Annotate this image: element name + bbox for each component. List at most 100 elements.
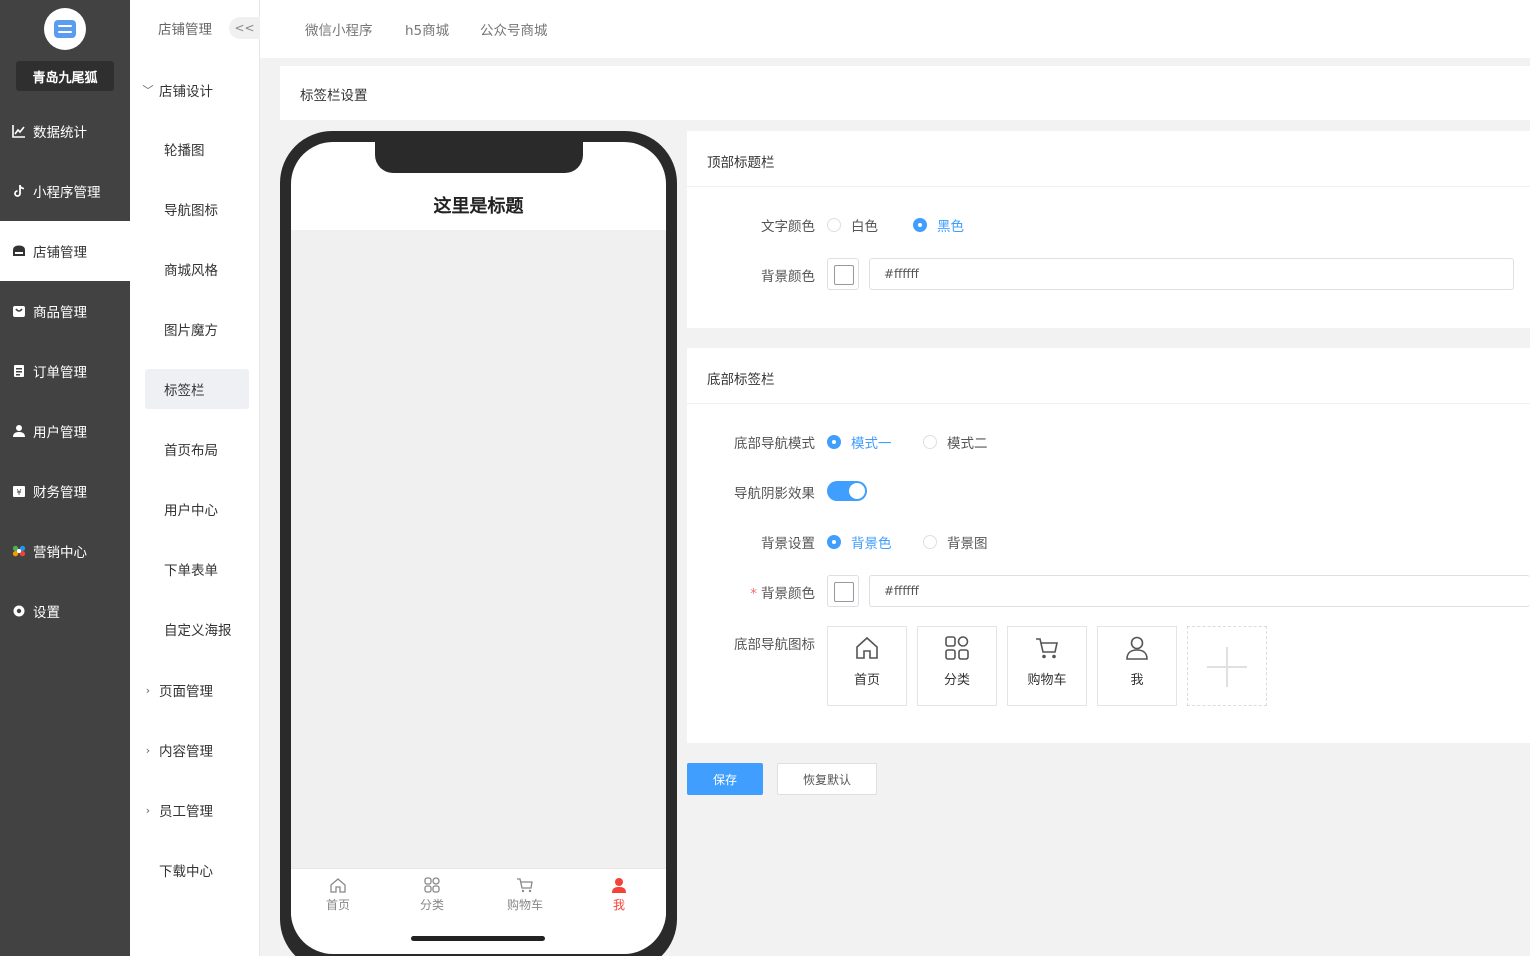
sidebar-item-shop[interactable]: 店铺管理 — [0, 221, 130, 281]
label-text: 背景颜色 — [761, 586, 815, 602]
phone-tab-me[interactable]: 我 — [589, 877, 649, 913]
submenu-item-home-layout[interactable]: 首页布局 — [145, 429, 249, 469]
sidebar-item-label: 财务管理 — [33, 485, 87, 501]
finance-icon: ¥ — [13, 486, 25, 497]
plus-icon — [1207, 647, 1247, 687]
restore-default-button[interactable]: 恢复默认 — [777, 763, 877, 795]
submenu-group-content[interactable]: › 内容管理 — [142, 740, 213, 761]
radio-label: 白色 — [851, 219, 878, 235]
sidebar-item-goods[interactable]: 商品管理 — [0, 281, 130, 341]
phone-notch — [375, 142, 583, 173]
page-title: 标签栏设置 — [300, 88, 368, 104]
add-nav-icon-button[interactable] — [1187, 626, 1267, 706]
submenu-group-page[interactable]: › 页面管理 — [142, 680, 213, 701]
shop-logo[interactable] — [44, 8, 86, 50]
sidebar-item-label: 营销中心 — [33, 545, 87, 561]
phone-tabbar: 首页 分类 购物车 我 — [291, 868, 666, 924]
divider — [687, 186, 1530, 187]
submenu-group-staff[interactable]: › 员工管理 — [142, 800, 213, 821]
sidebar-item-label: 小程序管理 — [33, 185, 101, 201]
radio-circle — [827, 435, 841, 449]
submenu-item-order-form[interactable]: 下单表单 — [145, 549, 249, 589]
shop-icon — [13, 245, 25, 256]
tab-wechat-miniprogram[interactable]: 微信小程序 — [305, 19, 373, 39]
nav-icon-label: 分类 — [943, 673, 970, 688]
save-button[interactable]: 保存 — [687, 763, 763, 795]
bottom-bg-color-swatch[interactable] — [827, 575, 859, 607]
category-icon — [945, 636, 969, 660]
submenu-panel: 店铺管理 ﹀ 店铺设计 轮播图 导航图标 商城风格 图片魔方 标签栏 首页布局 … — [130, 0, 260, 956]
bottom-tabbar-panel: 底部标签栏 底部导航模式 模式一 模式二 导航阴影效果 背景设置 背景色 背景图… — [687, 348, 1530, 743]
sidebar-item-label: 商品管理 — [33, 305, 87, 321]
radio-bg-color[interactable]: 背景色 — [827, 532, 892, 552]
radio-bg-image[interactable]: 背景图 — [923, 532, 988, 552]
submenu-item-nav-icon[interactable]: 导航图标 — [145, 189, 249, 229]
nav-icon-card-home[interactable]: 首页 — [827, 626, 907, 706]
radio-label: 模式二 — [947, 436, 988, 452]
phone-page-title: 这里是标题 — [433, 196, 524, 217]
radio-text-black[interactable]: 黑色 — [913, 215, 964, 235]
chart-icon — [12, 125, 25, 138]
radio-circle — [827, 535, 841, 549]
cart-icon — [1036, 638, 1058, 659]
phone-preview: 这里是标题 首页 分类 购物车 我 — [280, 131, 677, 956]
top-titlebar-panel: 顶部标题栏 文字颜色 白色 黑色 背景颜色 #ffffff — [687, 131, 1530, 328]
phone-tab-home[interactable]: 首页 — [308, 877, 368, 913]
submenu-item-mall-style[interactable]: 商城风格 — [145, 249, 249, 289]
nav-icon-card-me[interactable]: 我 — [1097, 626, 1177, 706]
submenu-group-shop-design[interactable]: ﹀ 店铺设计 — [142, 80, 214, 100]
bg-color-swatch[interactable] — [827, 258, 859, 290]
submenu-item-image-cube[interactable]: 图片魔方 — [145, 309, 249, 349]
shop-name[interactable]: 青岛九尾狐 — [16, 61, 114, 91]
radio-text-white[interactable]: 白色 — [827, 215, 878, 235]
text-color-label: 文字颜色 — [761, 219, 815, 235]
phone-tab-label: 首页 — [325, 898, 350, 912]
sidebar-item-finance[interactable]: ¥ 财务管理 — [0, 461, 130, 521]
nav-icons-label: 底部导航图标 — [734, 637, 815, 653]
tab-official-account-mall[interactable]: 公众号商城 — [480, 19, 548, 39]
bg-color-label: 背景颜色 — [761, 269, 815, 285]
nav-shadow-toggle[interactable] — [827, 481, 867, 501]
phone-tab-category[interactable]: 分类 — [402, 877, 462, 913]
radio-circle — [923, 535, 937, 549]
collapse-submenu-button[interactable]: << — [229, 17, 260, 39]
sidebar-item-label: 设置 — [33, 605, 60, 621]
radio-mode-one[interactable]: 模式一 — [827, 432, 892, 452]
sidebar-item-miniprogram[interactable]: 小程序管理 — [0, 161, 130, 221]
sidebar-item-statistics[interactable]: 数据统计 — [0, 101, 130, 161]
sidebar-item-users[interactable]: 用户管理 — [0, 401, 130, 461]
phone-tab-cart[interactable]: 购物车 — [495, 877, 555, 913]
submenu-item-banner[interactable]: 轮播图 — [145, 129, 249, 169]
sidebar-item-marketing[interactable]: 营销中心 — [0, 521, 130, 581]
nav-icon-card-category[interactable]: 分类 — [917, 626, 997, 706]
nav-icon-label: 我 — [1130, 673, 1144, 688]
phone-tab-label: 分类 — [419, 898, 444, 912]
radio-label: 背景色 — [851, 536, 892, 552]
nav-icon-card-cart[interactable]: 购物车 — [1007, 626, 1087, 706]
radio-mode-two[interactable]: 模式二 — [923, 432, 988, 452]
bottom-bg-color-input[interactable]: #ffffff — [869, 575, 1530, 607]
sidebar-item-orders[interactable]: 订单管理 — [0, 341, 130, 401]
submenu-title: 店铺管理 — [158, 22, 212, 38]
submenu-download-center[interactable]: 下载中心 — [159, 860, 213, 880]
sidebar-item-settings[interactable]: 设置 — [0, 581, 130, 641]
submenu-item-poster[interactable]: 自定义海报 — [145, 609, 249, 649]
phone-screen: 这里是标题 首页 分类 购物车 我 — [291, 142, 666, 954]
submenu-item-tabbar[interactable]: 标签栏 — [145, 369, 249, 409]
chevron-right-icon: › — [145, 803, 151, 817]
svg-text:¥: ¥ — [16, 488, 21, 497]
sidebar-item-label: 店铺管理 — [33, 245, 87, 261]
submenu-group-label: 内容管理 — [159, 744, 213, 760]
submenu-item-user-center[interactable]: 用户中心 — [145, 489, 249, 529]
chevron-down-icon: ﹀ — [142, 84, 154, 97]
bg-color-input[interactable]: #ffffff — [869, 258, 1514, 290]
cart-icon — [517, 878, 533, 893]
chevron-right-icon: › — [145, 743, 151, 757]
main-sidebar: 青岛九尾狐 数据统计 小程序管理 店铺管理 商品管理 订单管理 用户管理 ¥ 财… — [0, 0, 130, 956]
chevron-right-icon: › — [145, 683, 151, 697]
clipboard-icon — [14, 365, 24, 377]
tab-h5-mall[interactable]: h5商城 — [405, 19, 449, 39]
submenu-group-label: 店铺设计 — [159, 84, 213, 100]
divider — [687, 403, 1530, 404]
submenu-group-label: 页面管理 — [159, 684, 213, 700]
